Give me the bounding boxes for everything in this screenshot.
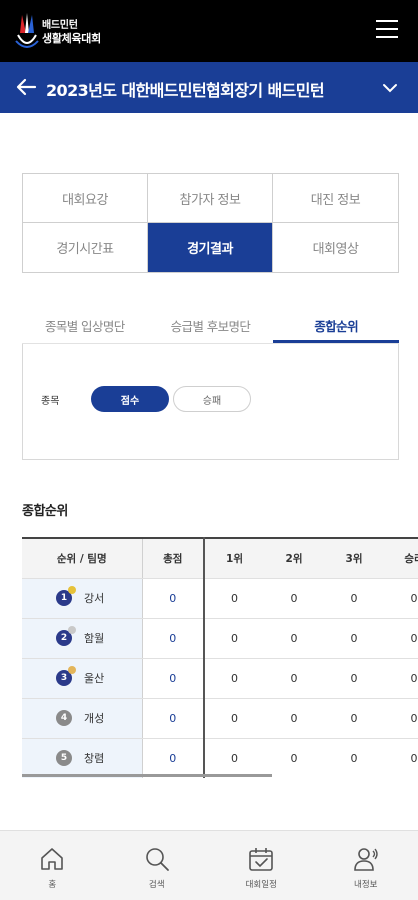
main-tab-grid: 대회요강 참가자 정보 대진 정보 경기시간표 경기결과 대회영상 [22, 173, 399, 273]
tab-match-results[interactable]: 경기결과 [148, 223, 273, 272]
nav-search-label: 검색 [148, 880, 165, 890]
table-scrollbar[interactable] [22, 774, 272, 777]
team-name: 강서 [84, 592, 105, 605]
win-loss-toggle-button[interactable]: 승패 [173, 386, 251, 412]
rank-team-cell: 3 울산 [22, 658, 143, 699]
team-name: 개성 [84, 712, 105, 725]
first-cell: 0 [204, 698, 264, 739]
menu-icon[interactable] [376, 20, 398, 40]
page-titlebar: 2023년도 대한배드민턴협회장기 배드민턴 [0, 62, 418, 113]
search-icon [145, 848, 169, 871]
ranking-table-scroll[interactable]: 순위 / 팀명 총점 1위 2위 3위 승리 1 강서 0 0 0 0 0 [22, 537, 418, 778]
tab-participant-info[interactable]: 참가자 정보 [148, 174, 273, 223]
silver-medal-icon [68, 626, 76, 634]
second-cell: 0 [264, 618, 324, 659]
page-title: 2023년도 대한배드민턴협회장기 배드민턴 [46, 81, 325, 100]
first-cell: 0 [204, 618, 264, 659]
third-cell: 0 [324, 658, 384, 699]
table-header-row: 순위 / 팀명 총점 1위 2위 3위 승리 [22, 537, 418, 579]
score-toggle-button[interactable]: 점수 [91, 386, 169, 412]
header-total: 총점 [142, 537, 205, 579]
nav-home-label: 홈 [48, 880, 57, 890]
ranking-table: 순위 / 팀명 총점 1위 2위 3위 승리 1 강서 0 0 0 0 0 [22, 537, 418, 778]
total-cell: 0 [142, 658, 205, 699]
table-row: 2 함월 0 0 0 0 0 [22, 618, 418, 659]
total-cell: 0 [142, 618, 205, 659]
team-name: 창렴 [84, 752, 105, 765]
third-cell: 0 [324, 698, 384, 739]
table-row: 3 울산 0 0 0 0 0 [22, 658, 418, 699]
first-cell: 0 [204, 738, 264, 778]
header-second: 2위 [264, 537, 324, 579]
nav-home[interactable]: 홈 [0, 831, 105, 900]
brand-line1: 배드민턴 [42, 20, 78, 31]
home-icon [41, 848, 64, 870]
rank-team-cell: 5 창렴 [22, 738, 143, 778]
total-cell: 0 [142, 578, 205, 619]
header-first: 1위 [204, 537, 264, 579]
app-header: 배드민턴 생활체육대회 [0, 0, 418, 62]
table-row: 5 창렴 0 0 0 0 0 [22, 738, 418, 778]
sub-tabs: 종목별 입상명단 승급별 후보명단 종합순위 [22, 310, 400, 344]
rank-badge: 4 [56, 710, 72, 726]
rank-badge: 2 [56, 626, 76, 646]
subtab-overall-ranking[interactable]: 종합순위 [273, 310, 400, 343]
nav-my-info-label: 내정보 [354, 880, 378, 890]
total-cell: 0 [142, 698, 205, 739]
shuttlecock-logo-icon [15, 13, 39, 48]
gold-medal-icon [68, 586, 76, 594]
subtab-promotion-candidates[interactable]: 승급별 후보명단 [148, 310, 274, 343]
wins-cell: 0 [384, 698, 418, 739]
filter-label: 종목 [41, 396, 60, 407]
first-cell: 0 [204, 658, 264, 699]
header-third: 3위 [324, 537, 384, 579]
third-cell: 0 [324, 578, 384, 619]
filter-panel: 종목 점수 승패 [22, 344, 399, 460]
chevron-down-icon[interactable] [382, 80, 398, 96]
second-cell: 0 [264, 738, 324, 778]
brand-logo[interactable]: 배드민턴 생활체육대회 [14, 9, 134, 53]
tab-match-schedule[interactable]: 경기시간표 [23, 223, 148, 272]
tab-tournament-video[interactable]: 대회영상 [273, 223, 398, 272]
second-cell: 0 [264, 658, 324, 699]
table-row: 4 개성 0 0 0 0 0 [22, 698, 418, 739]
subtab-winners-by-event[interactable]: 종목별 입상명단 [22, 310, 148, 343]
team-name: 함월 [84, 632, 105, 645]
header-wins: 승리 [384, 537, 418, 579]
rank-team-cell: 4 개성 [22, 698, 143, 739]
nav-schedule-label: 대회일정 [245, 880, 277, 890]
second-cell: 0 [264, 698, 324, 739]
rank-team-cell: 2 함월 [22, 618, 143, 659]
nav-my-info[interactable]: 내정보 [314, 831, 418, 900]
section-title: 종합순위 [22, 504, 68, 519]
tab-bracket-info[interactable]: 대진 정보 [273, 174, 398, 223]
rank-badge: 1 [56, 586, 76, 606]
nav-schedule[interactable]: 대회일정 [209, 831, 314, 900]
third-cell: 0 [324, 618, 384, 659]
table-row: 1 강서 0 0 0 0 0 [22, 578, 418, 619]
second-cell: 0 [264, 578, 324, 619]
calendar-icon [249, 848, 274, 871]
nav-search[interactable]: 검색 [105, 831, 210, 900]
rank-badge: 3 [56, 666, 76, 686]
wins-cell: 0 [384, 578, 418, 619]
user-icon [353, 848, 378, 871]
wins-cell: 0 [384, 658, 418, 699]
third-cell: 0 [324, 738, 384, 778]
wins-cell: 0 [384, 618, 418, 659]
tab-tournament-guide[interactable]: 대회요강 [23, 174, 148, 223]
first-cell: 0 [204, 578, 264, 619]
team-name: 울산 [84, 672, 105, 685]
header-rank-team: 순위 / 팀명 [22, 537, 143, 579]
back-arrow-icon[interactable] [15, 76, 37, 98]
rank-team-cell: 1 강서 [22, 578, 143, 619]
brand-line2: 생활체육대회 [42, 32, 101, 45]
bottom-nav: 홈 검색 대회일정 내정보 [0, 830, 418, 900]
wins-cell: 0 [384, 738, 418, 778]
rank-badge: 5 [56, 750, 72, 766]
total-cell: 0 [142, 738, 205, 778]
bronze-medal-icon [68, 666, 76, 674]
